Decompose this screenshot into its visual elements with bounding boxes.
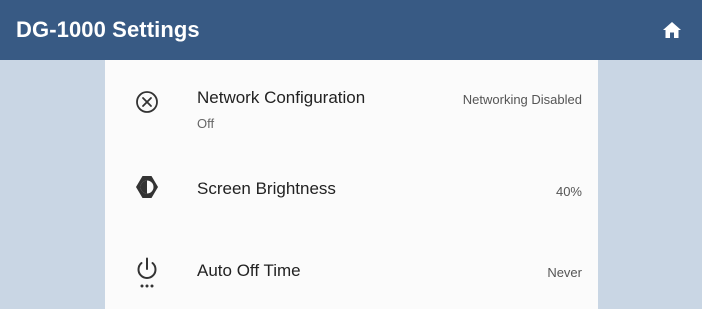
setting-value: Never xyxy=(547,265,582,280)
page-title: DG-1000 Settings xyxy=(16,17,200,42)
setting-label: Auto Off Time xyxy=(197,261,301,280)
home-button[interactable] xyxy=(660,18,684,42)
home-icon xyxy=(663,22,681,38)
setting-sublabel: Off xyxy=(197,116,215,131)
app-header: DG-1000 Settings xyxy=(0,0,702,60)
content-area: Network Configuration Off Networking Dis… xyxy=(0,60,702,309)
setting-network-configuration[interactable]: Network Configuration Off Networking Dis… xyxy=(105,60,598,152)
power-icon xyxy=(133,256,161,290)
close-circle-icon xyxy=(133,88,161,116)
setting-value: 40% xyxy=(555,184,582,199)
setting-value: Networking Disabled xyxy=(462,92,582,107)
brightness-icon xyxy=(133,173,161,201)
setting-label: Network Configuration xyxy=(197,88,366,107)
setting-label: Screen Brightness xyxy=(197,179,336,198)
setting-screen-brightness[interactable]: Screen Brightness 40% xyxy=(105,152,598,228)
settings-list: Network Configuration Off Networking Dis… xyxy=(105,60,598,309)
setting-auto-off-time[interactable]: Auto Off Time Never xyxy=(105,228,598,309)
